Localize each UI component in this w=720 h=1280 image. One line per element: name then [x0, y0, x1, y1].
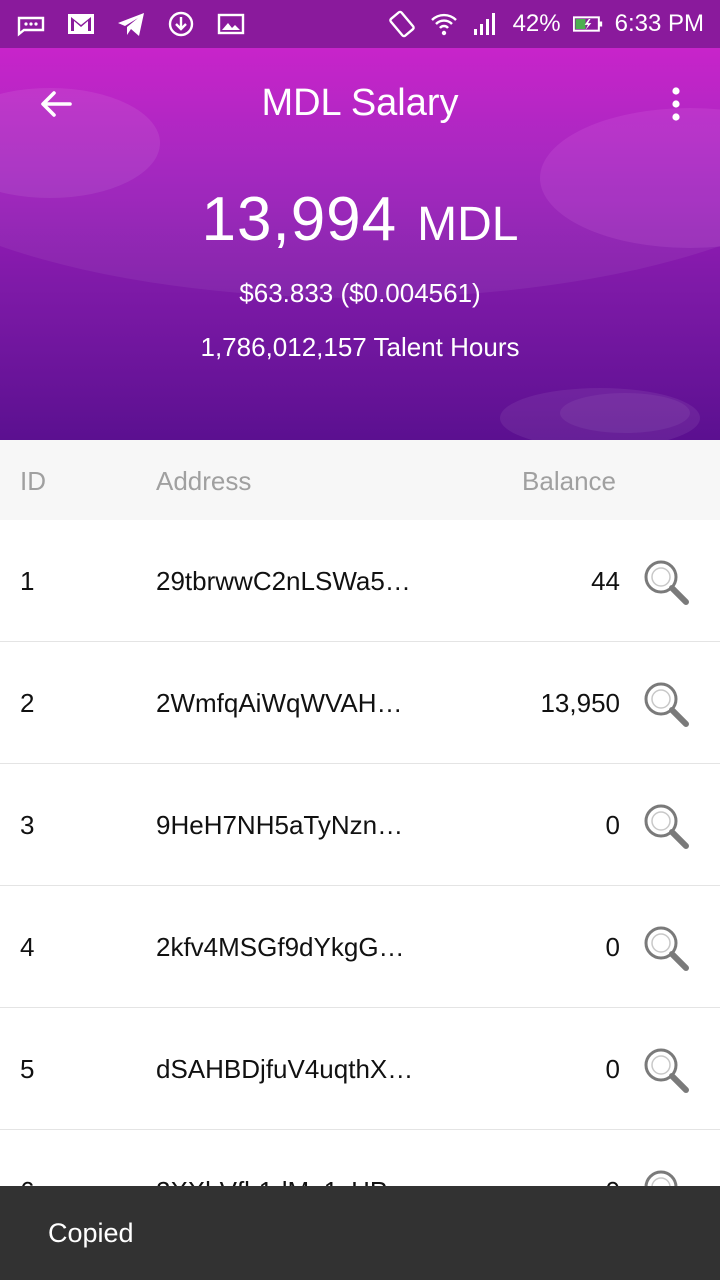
row-balance: 0 — [605, 810, 620, 840]
column-header-balance: Balance — [522, 466, 616, 496]
search-icon[interactable] — [640, 556, 694, 610]
snackbar: Copied — [0, 1186, 720, 1280]
row-id: 3 — [20, 810, 35, 840]
search-icon[interactable] — [640, 678, 694, 732]
row-id: 1 — [20, 566, 35, 596]
battery-icon — [572, 9, 603, 39]
search-icon[interactable] — [640, 922, 694, 976]
table-row[interactable]: 1 29tbrwwC2nLSWa5… 44 — [0, 520, 720, 642]
column-header-id: ID — [20, 466, 46, 496]
message-icon — [16, 9, 46, 39]
row-id: 5 — [20, 1054, 35, 1084]
wallet-header: MDL Salary 13,994 MDL $63.833 ($0.004561)… — [0, 48, 720, 440]
status-bar: 42% 6:33 PM — [0, 0, 720, 48]
battery-percent: 42% — [512, 10, 561, 37]
table-row[interactable]: 3 9HeH7NH5aTyNzn… 0 — [0, 764, 720, 886]
address-list[interactable]: 1 29tbrwwC2nLSWa5… 44 2 2WmfqAiWqWVAH… 1… — [0, 520, 720, 1280]
row-address[interactable]: 2WmfqAiWqWVAH… — [156, 688, 426, 719]
column-header-address: Address — [156, 466, 252, 496]
balance-total: 13,994 MDL — [0, 184, 720, 255]
table-row[interactable]: 5 dSAHBDjfuV4uqthX… 0 — [0, 1008, 720, 1130]
row-id: 2 — [20, 688, 35, 718]
row-address[interactable]: 9HeH7NH5aTyNzn… — [156, 810, 426, 841]
row-balance: 44 — [591, 566, 620, 596]
signal-icon — [471, 9, 501, 39]
row-address[interactable]: dSAHBDjfuV4uqthX… — [156, 1054, 426, 1085]
row-balance: 0 — [605, 932, 620, 962]
row-balance: 13,950 — [540, 688, 620, 718]
balance-unit: MDL — [417, 198, 519, 251]
balance-amount: 13,994 — [201, 185, 398, 254]
gmail-icon — [66, 9, 96, 39]
search-icon[interactable] — [640, 1044, 694, 1098]
telegram-icon — [116, 9, 146, 39]
table-row[interactable]: 2 2WmfqAiWqWVAH… 13,950 — [0, 642, 720, 764]
more-vertical-icon — [672, 87, 680, 121]
arrow-left-icon — [41, 91, 72, 117]
page-title: MDL Salary — [261, 82, 459, 124]
row-id: 4 — [20, 932, 35, 962]
decor-shape — [560, 393, 690, 433]
usd-value: $63.833 ($0.004561) — [239, 278, 481, 308]
download-icon — [166, 9, 196, 39]
back-button[interactable] — [30, 82, 82, 126]
rotate-icon — [387, 9, 417, 39]
row-address[interactable]: 2kfv4MSGf9dYkgG… — [156, 932, 426, 963]
table-header: ID Address Balance — [0, 440, 720, 520]
snackbar-message: Copied — [48, 1218, 134, 1248]
overflow-menu-button[interactable] — [656, 82, 696, 126]
talent-hours: 1,786,012,157 Talent Hours — [200, 332, 520, 362]
clock: 6:33 PM — [614, 10, 704, 37]
wifi-icon — [429, 9, 459, 39]
row-balance: 0 — [605, 1054, 620, 1084]
image-icon — [216, 9, 246, 39]
row-address[interactable]: 29tbrwwC2nLSWa5… — [156, 566, 426, 597]
search-icon[interactable] — [640, 800, 694, 854]
table-row[interactable]: 4 2kfv4MSGf9dYkgG… 0 — [0, 886, 720, 1008]
